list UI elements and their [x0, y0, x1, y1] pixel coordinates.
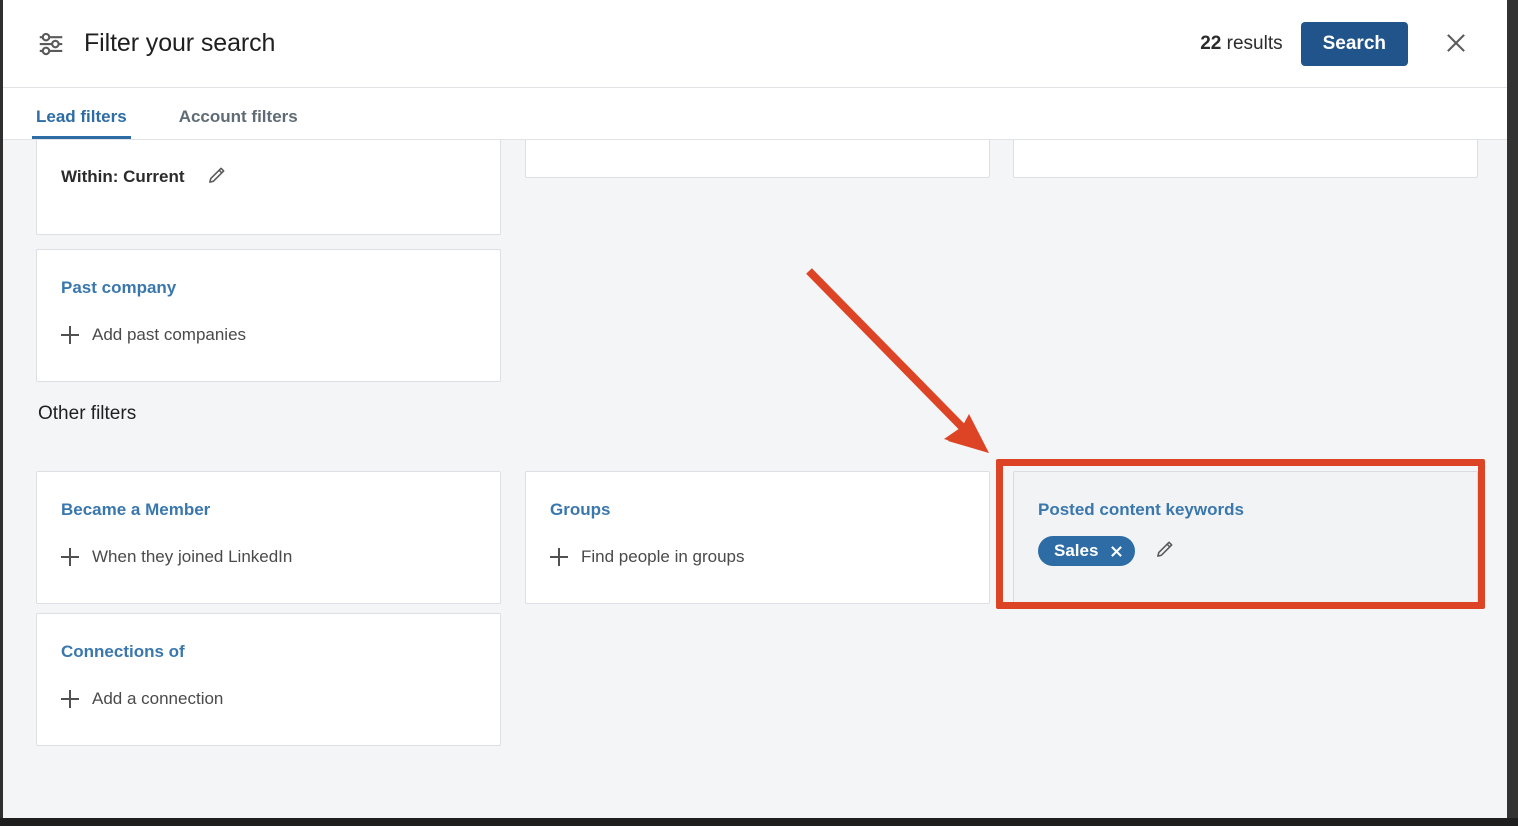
became-a-member-add-link[interactable]: When they joined LinkedIn: [61, 547, 292, 567]
results-count-label: results: [1221, 33, 1283, 54]
groups-add-link[interactable]: Find people in groups: [550, 547, 745, 567]
screen-root: Filter your search 22 results Search Lea…: [0, 0, 1518, 826]
plus-icon: [550, 548, 568, 566]
filter-card-posted-content-keywords[interactable]: Posted content keywords Sales: [1013, 471, 1478, 604]
plus-icon: [61, 548, 79, 566]
plus-icon: [61, 690, 79, 708]
filter-card-current-company[interactable]: Companies or boolean Within: Current: [36, 140, 501, 235]
became-a-member-title[interactable]: Became a Member: [61, 500, 210, 520]
tab-lead-filters[interactable]: Lead filters: [32, 107, 131, 139]
keyword-pill-label: Sales: [1054, 541, 1099, 560]
filter-card-became-a-member[interactable]: Became a Member When they joined LinkedI…: [36, 471, 501, 604]
groups-add-label: Find people in groups: [581, 547, 745, 566]
past-company-title[interactable]: Past company: [61, 278, 176, 298]
tab-account-filters[interactable]: Account filters: [179, 107, 298, 139]
past-company-add-link[interactable]: Add past companies: [61, 325, 246, 345]
header-actions: 22 results Search: [1200, 0, 1507, 88]
current-company-edit-button[interactable]: [203, 164, 229, 190]
window-bottom-edge: [0, 818, 1518, 826]
filter-card-past-company[interactable]: Past company Add past companies: [36, 249, 501, 382]
posted-content-keywords-title[interactable]: Posted content keywords: [1038, 500, 1244, 520]
posted-content-keywords-edit-button[interactable]: [1151, 538, 1177, 564]
pencil-icon: [1153, 539, 1175, 564]
close-button[interactable]: [1434, 22, 1478, 66]
filter-card-connections-of[interactable]: Connections of Add a connection: [36, 613, 501, 746]
filter-tabs: Lead filters Account filters: [3, 88, 1507, 140]
past-company-add-label: Add past companies: [92, 325, 247, 344]
filter-modal: Filter your search 22 results Search Lea…: [3, 0, 1507, 826]
keyword-pill-remove-icon[interactable]: [1109, 544, 1123, 558]
posted-content-keywords-values: Sales: [1038, 536, 1177, 566]
window-right-edge: [1507, 0, 1518, 826]
modal-header: Filter your search 22 results Search: [3, 0, 1507, 88]
results-count: 22 results: [1200, 33, 1282, 55]
connections-of-add-label: Add a connection: [92, 689, 224, 708]
search-button[interactable]: Search: [1300, 22, 1408, 66]
filter-card-company-headcount[interactable]: Add range for employee count: [525, 140, 990, 178]
keyword-pill-sales[interactable]: Sales: [1038, 536, 1136, 566]
filter-card-company-type[interactable]: Add company types: [1013, 140, 1478, 178]
close-icon: [1443, 30, 1469, 59]
filter-panel-body: Companies or boolean Within: Current: [3, 140, 1507, 826]
became-a-member-add-label: When they joined LinkedIn: [92, 547, 293, 566]
page-title: Filter your search: [84, 29, 276, 57]
connections-of-title[interactable]: Connections of: [61, 642, 185, 662]
sliders-filter-icon: [36, 29, 66, 59]
current-company-within-value: Within: Current: [61, 167, 185, 186]
groups-title[interactable]: Groups: [550, 500, 610, 520]
results-count-number: 22: [1200, 33, 1222, 54]
current-company-within-row: Within: Current: [61, 164, 229, 190]
pencil-icon: [205, 165, 227, 190]
filter-card-groups[interactable]: Groups Find people in groups: [525, 471, 990, 604]
plus-icon: [61, 326, 79, 344]
connections-of-add-link[interactable]: Add a connection: [61, 689, 223, 709]
section-heading-other-filters: Other filters: [38, 403, 137, 424]
window-left-edge: [0, 0, 3, 826]
